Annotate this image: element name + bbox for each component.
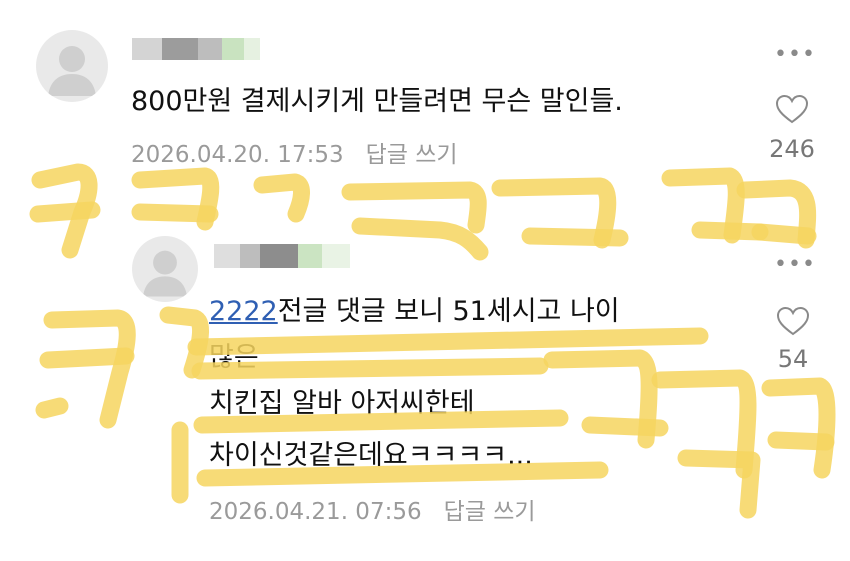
comment-line: 치킨집 알바 아저씨한테 — [209, 388, 475, 419]
scribble-mark — [751, 223, 817, 245]
scribble-mark — [341, 181, 487, 234]
scribble-mark — [29, 201, 101, 223]
comment-meta: 2026.04.20. 17:53 답글 쓰기 — [131, 144, 458, 167]
reply-button[interactable]: 답글 쓰기 — [366, 142, 458, 168]
user-avatar[interactable] — [132, 236, 198, 302]
scribble-mark — [35, 397, 69, 419]
scribble-mark — [131, 167, 220, 231]
comment-line: 차이신것같은데요ㅋㅋㅋㅋ... — [209, 440, 533, 471]
more-options-button[interactable]: ••• — [774, 44, 816, 66]
scribble-mark — [761, 377, 836, 479]
scribble-mark — [736, 179, 817, 249]
username-blurred[interactable] — [132, 38, 260, 60]
like-count: 246 — [769, 135, 815, 163]
user-avatar[interactable] — [36, 30, 108, 102]
like-count: 54 — [777, 345, 809, 373]
scribble-mark — [521, 227, 629, 247]
scribble-mark — [661, 167, 745, 244]
scribble-mark — [31, 163, 98, 259]
scribble-mark — [43, 309, 136, 429]
comment-text: 800만원 결제시키게 만들려면 무슨 말인들. — [131, 86, 623, 117]
comment-date: 2026.04.21. 07:56 — [209, 499, 422, 525]
comment-text: 2222전글 댓글 보니 51세시고 나이 많은 치킨집 알바 아저씨한테 차이… — [209, 286, 620, 482]
comment-meta: 2026.04.21. 07:56 답글 쓰기 — [209, 501, 536, 524]
scribble-mark — [691, 221, 769, 241]
reply-button[interactable]: 답글 쓰기 — [444, 499, 536, 525]
scribble-mark — [39, 347, 135, 369]
scribble-mark — [131, 203, 219, 223]
more-options-button[interactable]: ••• — [774, 254, 816, 276]
mention-link[interactable]: 2222 — [209, 296, 278, 327]
scribble-mark — [253, 173, 310, 223]
scribble-mark — [651, 369, 757, 479]
default-user-icon — [48, 46, 96, 96]
heart-outline-icon — [776, 306, 810, 336]
scribble-mark — [677, 449, 761, 519]
scribble-mark — [159, 306, 210, 379]
scribble-mark — [767, 431, 835, 451]
scribble-mark — [351, 217, 489, 261]
like-button[interactable] — [775, 94, 809, 128]
username-blurred[interactable] — [214, 244, 350, 268]
like-button[interactable] — [776, 306, 810, 340]
comment-line: 전글 댓글 보니 51세시고 나이 — [277, 296, 620, 327]
heart-outline-icon — [775, 94, 809, 124]
comment-line: 많은 — [209, 342, 259, 373]
default-user-icon — [143, 250, 187, 297]
comment-date: 2026.04.20. 17:53 — [131, 142, 344, 168]
scribble-mark — [491, 177, 617, 249]
